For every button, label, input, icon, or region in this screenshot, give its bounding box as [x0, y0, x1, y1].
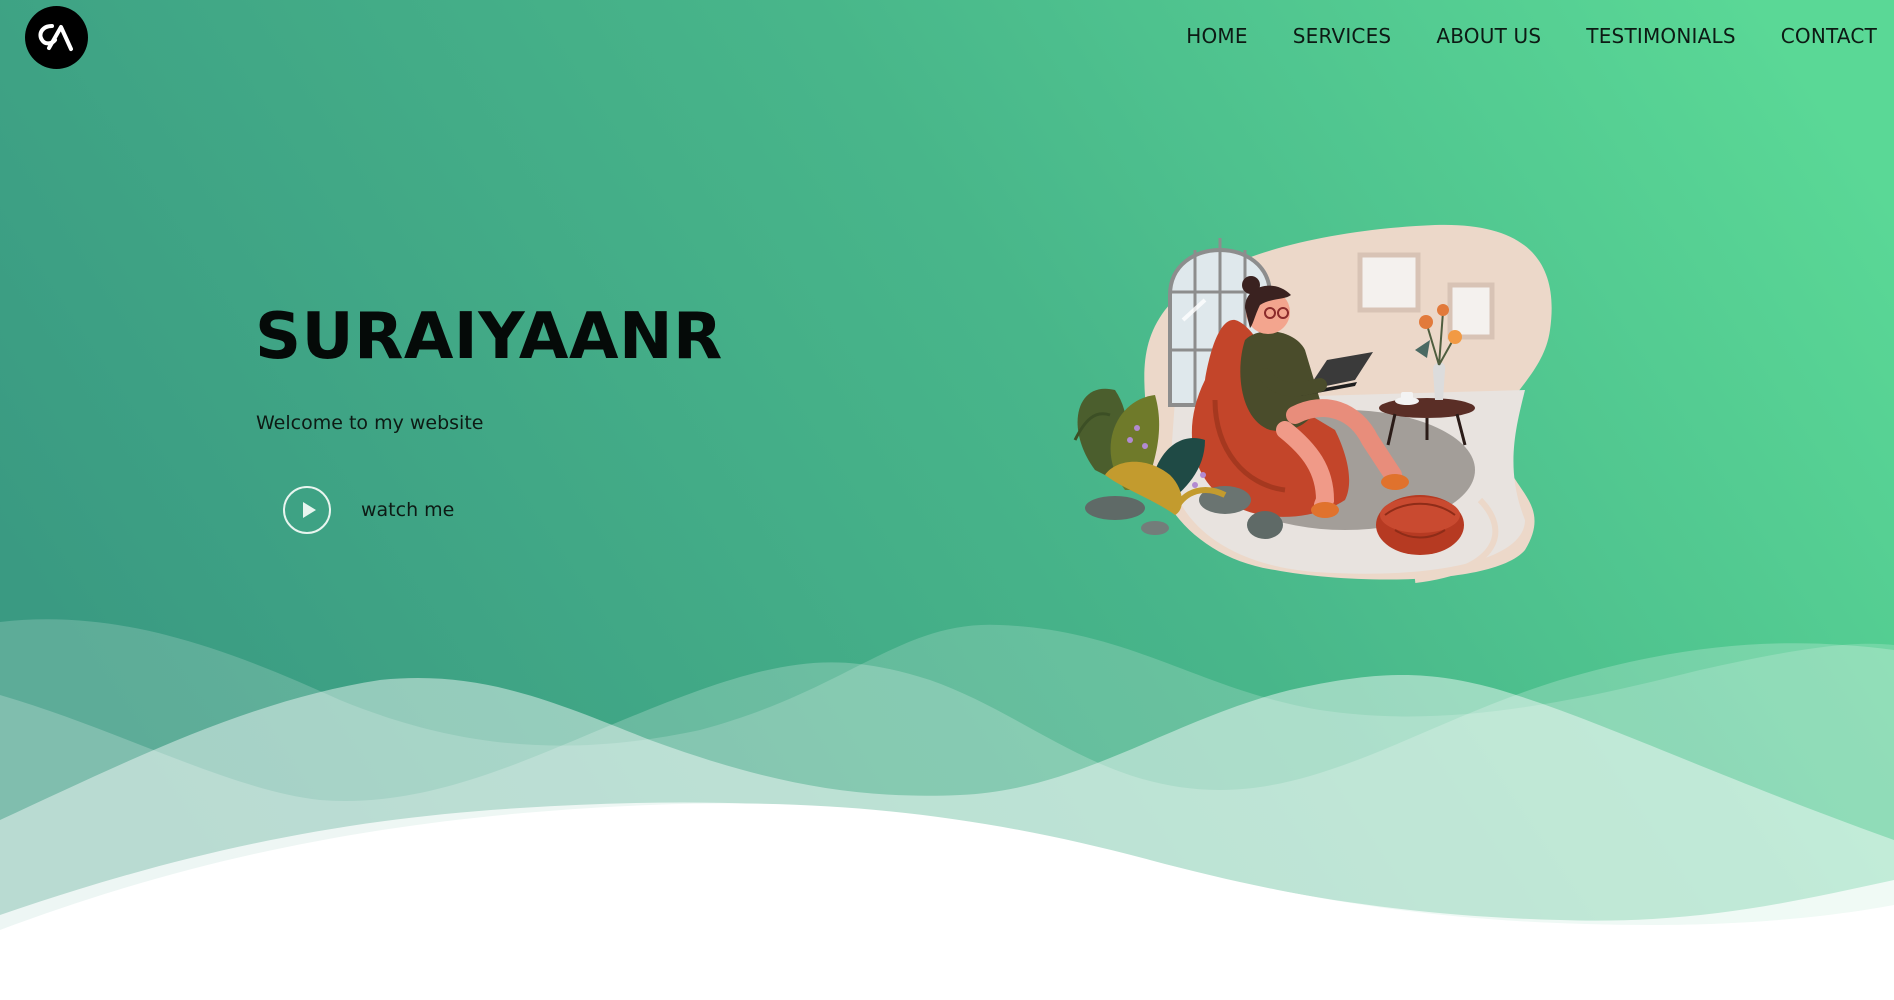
nav-services[interactable]: SERVICES	[1293, 24, 1392, 48]
hero-title: SURAIYAANR	[255, 300, 723, 374]
logo[interactable]	[25, 6, 88, 69]
nav-about-us[interactable]: ABOUT US	[1436, 24, 1541, 48]
play-button[interactable]	[283, 486, 331, 534]
hero-section: HOME SERVICES ABOUT US TESTIMONIALS CONT…	[0, 0, 1894, 1000]
hero-subtitle: Welcome to my website	[256, 412, 484, 434]
play-icon	[302, 502, 316, 518]
woman-on-beanbag-with-laptop-illustration	[1073, 224, 1552, 583]
watch-me-button[interactable]: watch me	[283, 486, 454, 534]
nav-home[interactable]: HOME	[1186, 24, 1247, 48]
logo-icon	[37, 23, 73, 51]
nav-contact[interactable]: CONTACT	[1781, 24, 1877, 48]
nav-testimonials[interactable]: TESTIMONIALS	[1586, 24, 1735, 48]
watch-me-label: watch me	[361, 499, 455, 521]
main-nav: HOME SERVICES ABOUT US TESTIMONIALS CONT…	[1186, 24, 1877, 48]
